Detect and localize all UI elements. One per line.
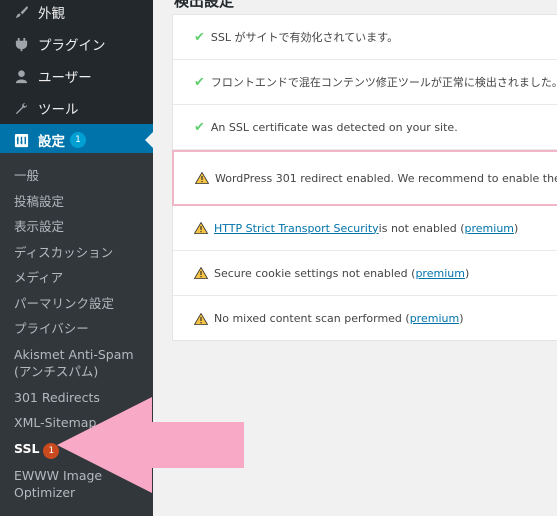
detection-panel: ✔ SSL がサイトで有効化されています。 ✔ フロントエンドで混在コンテンツ修… <box>172 14 557 341</box>
warning-icon <box>195 172 209 184</box>
warning-icon <box>194 312 208 325</box>
status-text: Secure cookie settings not enabled ( <box>214 266 416 280</box>
check-icon: ✔ <box>194 74 205 90</box>
status-row: ✔ An SSL certificate was detected on you… <box>173 105 557 150</box>
submenu-item-media[interactable]: メディア <box>0 265 153 291</box>
warning-icon <box>194 267 208 279</box>
submenu-label: SSL <box>14 440 40 456</box>
status-text: is not enabled ( <box>378 221 465 235</box>
submenu-item-301-redirects[interactable]: 301 Redirects <box>0 385 153 411</box>
paintbrush-icon <box>12 3 30 21</box>
status-text: An SSL certificate was detected on your … <box>210 120 458 134</box>
submenu-item-writing[interactable]: 投稿設定 <box>0 189 153 215</box>
submenu-item-general[interactable]: 一般 <box>0 163 153 189</box>
main-content: 検出設定 ✔ SSL がサイトで有効化されています。 ✔ フロントエンドで混在コ… <box>153 0 557 516</box>
submenu-item-permalinks[interactable]: パーマリンク設定 <box>0 291 153 317</box>
premium-link[interactable]: premium <box>415 267 465 280</box>
premium-link[interactable]: premium <box>410 312 460 325</box>
wrench-icon <box>12 99 30 117</box>
user-icon <box>12 67 30 85</box>
submenu-item-discussion[interactable]: ディスカッション <box>0 240 153 266</box>
settings-submenu: 一般 投稿設定 表示設定 ディスカッション メディア パーマリンク設定 プライバ… <box>0 153 153 516</box>
premium-link[interactable]: premium <box>465 222 515 235</box>
menu-label: 外観 <box>38 6 65 22</box>
ssl-count-badge: 1 <box>43 442 60 459</box>
submenu-item-reading[interactable]: 表示設定 <box>0 214 153 240</box>
submenu-item-privacy[interactable]: プライバシー <box>0 316 153 342</box>
check-icon: ✔ <box>194 119 205 135</box>
status-row-highlighted: WordPress 301 redirect enabled. We recom… <box>172 150 557 206</box>
submenu-item-ewww[interactable]: EWWW Image Optimizer <box>0 463 153 506</box>
status-text-tail: ) <box>459 312 464 325</box>
status-text: フロントエンドで混在コンテンツ修正ツールが正常に検出されました。 <box>210 76 557 89</box>
submenu-item-ssl[interactable]: SSL 1 <box>0 436 153 463</box>
plug-icon <box>12 35 30 53</box>
menu-label: プラグイン <box>38 38 106 54</box>
hsts-link[interactable]: HTTP Strict Transport Security <box>214 222 379 235</box>
settings-count-badge: 1 <box>70 132 86 148</box>
admin-sidebar: 外観 プラグイン ユーザー ツール 設定 1 一般 投稿設定 表示設定 ディスカ… <box>0 0 153 516</box>
menu-label: 設定 <box>38 134 65 150</box>
status-text-tail: ) <box>514 221 519 235</box>
status-row: ✔ フロントエンドで混在コンテンツ修正ツールが正常に検出されました。 <box>173 60 557 105</box>
submenu-item-xml-sitemap[interactable]: XML-Sitemap <box>0 410 153 436</box>
menu-users[interactable]: ユーザー <box>0 60 153 92</box>
settings-icon <box>12 131 30 149</box>
section-heading: 検出設定 <box>174 0 235 10</box>
status-text: SSL がサイトで有効化されています。 <box>210 31 399 44</box>
menu-label: ツール <box>38 102 79 118</box>
check-icon: ✔ <box>194 29 205 45</box>
menu-tools[interactable]: ツール <box>0 92 153 124</box>
status-row: Secure cookie settings not enabled (prem… <box>173 251 557 296</box>
status-row: ✔ SSL がサイトで有効化されています。 <box>173 15 557 60</box>
status-row: HTTP Strict Transport Security is not en… <box>173 206 557 251</box>
submenu-item-akismet[interactable]: Akismet Anti-Spam (アンチスパム) <box>0 342 153 385</box>
status-row: No mixed content scan performed (premium… <box>173 296 557 341</box>
status-text: No mixed content scan performed ( <box>214 312 410 325</box>
menu-settings[interactable]: 設定 1 <box>0 124 153 156</box>
menu-appearance[interactable]: 外観 <box>0 0 153 28</box>
menu-plugins[interactable]: プラグイン <box>0 28 153 60</box>
menu-label: ユーザー <box>38 70 92 86</box>
warning-icon <box>194 222 208 234</box>
status-text: WordPress 301 redirect enabled. We recom… <box>215 171 557 185</box>
status-text-tail: ) <box>464 266 470 280</box>
